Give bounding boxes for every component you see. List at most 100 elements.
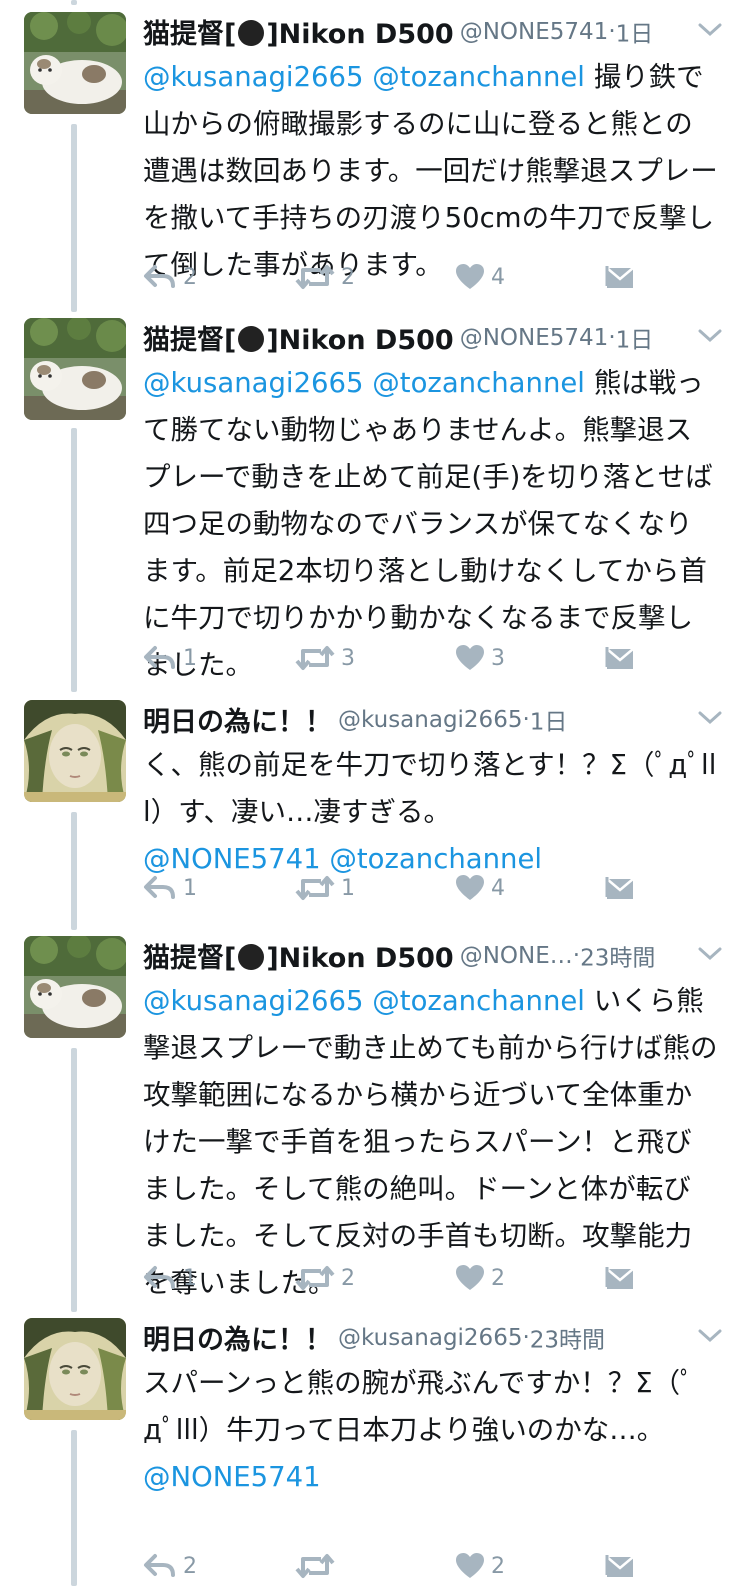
retweet-button[interactable]: 1 — [295, 868, 355, 908]
chevron-down-icon[interactable] — [698, 1328, 722, 1346]
direct-message-button[interactable] — [605, 1546, 635, 1586]
like-button[interactable]: 4 — [455, 257, 505, 297]
illustrated-face-avatar-icon — [24, 700, 126, 802]
timestamp[interactable]: 1日 — [616, 328, 654, 354]
like-count: 4 — [491, 264, 505, 290]
thread-line — [71, 812, 77, 930]
retweet-count: 1 — [341, 875, 355, 901]
heart-icon — [455, 1552, 485, 1580]
mention-links[interactable]: @kusanagi2665 @tozanchannel — [143, 61, 585, 93]
separator-dot: · — [608, 18, 616, 45]
tweet-text: スパーンっと熊の腕が飛ぶんですか！？Σ（ﾟдﾟlll）牛刀って日本刀より強いのか… — [143, 1360, 718, 1501]
reply-count: 1 — [183, 645, 197, 671]
chevron-down-icon[interactable] — [698, 328, 722, 346]
separator-dot: · — [522, 706, 530, 733]
retweet-button[interactable]: 3 — [295, 638, 355, 678]
retweet-count: 2 — [341, 264, 355, 290]
display-name[interactable]: 猫提督[]Nikon D500 — [143, 943, 454, 974]
cat-avatar-icon — [24, 12, 126, 114]
retweet-button[interactable]: 2 — [295, 1258, 355, 1298]
reply-count: 2 — [183, 1553, 197, 1579]
reply-icon — [143, 875, 177, 901]
reply-button[interactable]: 2 — [143, 257, 197, 297]
like-count: 2 — [491, 1553, 505, 1579]
username-handle[interactable]: @NONE5741 — [460, 325, 609, 351]
direct-message-button[interactable] — [605, 257, 635, 297]
reply-button[interactable]: 1 — [143, 868, 197, 908]
reply-icon — [143, 264, 177, 290]
retweet-icon — [295, 1553, 335, 1579]
mention-links[interactable]: @kusanagi2665 @tozanchannel — [143, 985, 585, 1017]
thread-line — [71, 0, 77, 5]
black-circle-icon — [238, 944, 265, 970]
black-circle-icon — [238, 326, 265, 352]
tweet-body: 熊は戦って勝てない動物じゃありませんよ。熊撃退スプレーで動きを止めて前足(手)を… — [143, 367, 713, 681]
like-button[interactable]: 2 — [455, 1546, 505, 1586]
username-handle[interactable]: @NONE… — [460, 943, 573, 969]
separator-dot: · — [608, 324, 616, 351]
action-bar: 1 2 2 — [143, 1258, 643, 1298]
display-name[interactable]: 猫提督[]Nikon D500 — [143, 325, 454, 356]
tweet-header: 明日の為に！！ @kusanagi2665·1日 — [143, 700, 720, 748]
tweet-text: く、熊の前足を牛刀で切り落とす！？Σ（ﾟдﾟlll）す、凄い…凄すぎる。 @NON… — [143, 742, 718, 883]
tweet-text: @kusanagi2665 @tozanchannel 撮り鉄で山からの俯瞰撮影… — [143, 54, 718, 289]
chevron-down-icon[interactable] — [698, 22, 722, 40]
action-bar: 1 3 3 — [143, 638, 643, 678]
like-button[interactable]: 4 — [455, 868, 505, 908]
retweet-icon — [295, 875, 335, 901]
thread-line — [71, 124, 77, 312]
reply-icon — [143, 1553, 177, 1579]
tweet-header: 猫提督[]Nikon D500 @NONE5741·1日 — [143, 12, 720, 60]
timestamp[interactable]: 23時間 — [580, 946, 655, 972]
envelope-icon — [605, 264, 635, 290]
heart-icon — [455, 1264, 485, 1292]
display-name[interactable]: 猫提督[]Nikon D500 — [143, 19, 454, 50]
thread-line — [71, 1048, 77, 1312]
black-circle-icon — [238, 20, 265, 46]
chevron-down-icon[interactable] — [698, 946, 722, 964]
reply-button[interactable]: 1 — [143, 638, 197, 678]
avatar[interactable] — [24, 1318, 126, 1420]
username-handle[interactable]: @NONE5741 — [460, 19, 609, 45]
timestamp[interactable]: 23時間 — [530, 1328, 605, 1354]
envelope-icon — [605, 1553, 635, 1579]
mention-links[interactable]: @NONE5741 — [143, 1461, 321, 1493]
reply-button[interactable]: 1 — [143, 1258, 197, 1298]
retweet-icon — [295, 645, 335, 671]
tweet-body: く、熊の前足を牛刀で切り落とす！？Σ（ﾟдﾟlll）す、凄い…凄すぎる。 — [143, 749, 717, 828]
envelope-icon — [605, 645, 635, 671]
tweet-body: スパーンっと熊の腕が飛ぶんですか！？Σ（ﾟдﾟlll）牛刀って日本刀より強いのか… — [143, 1367, 694, 1446]
heart-icon — [455, 644, 485, 672]
username-handle[interactable]: @kusanagi2665 — [338, 707, 522, 733]
separator-dot: · — [522, 1324, 530, 1351]
display-name[interactable]: 明日の為に！！ — [143, 707, 332, 738]
username-handle[interactable]: @kusanagi2665 — [338, 1325, 522, 1351]
reply-count: 1 — [183, 1265, 197, 1291]
retweet-button[interactable] — [295, 1546, 341, 1586]
chevron-down-icon[interactable] — [698, 710, 722, 728]
display-name[interactable]: 明日の為に！！ — [143, 1325, 332, 1356]
direct-message-button[interactable] — [605, 638, 635, 678]
reply-button[interactable]: 2 — [143, 1546, 197, 1586]
avatar[interactable] — [24, 700, 126, 802]
tweet-header: 猫提督[]Nikon D500 @NONE…·23時間 — [143, 936, 720, 984]
separator-dot: · — [572, 942, 581, 969]
direct-message-button[interactable] — [605, 868, 635, 908]
reply-icon — [143, 1265, 177, 1291]
like-button[interactable]: 2 — [455, 1258, 505, 1298]
like-count: 3 — [491, 645, 505, 671]
avatar[interactable] — [24, 936, 126, 1038]
like-count: 2 — [491, 1265, 505, 1291]
avatar[interactable] — [24, 12, 126, 114]
avatar[interactable] — [24, 318, 126, 420]
direct-message-button[interactable] — [605, 1258, 635, 1298]
like-button[interactable]: 3 — [455, 638, 505, 678]
retweet-button[interactable]: 2 — [295, 257, 355, 297]
like-count: 4 — [491, 875, 505, 901]
tweet-header: 猫提督[]Nikon D500 @NONE5741·1日 — [143, 318, 720, 366]
timestamp[interactable]: 1日 — [616, 22, 654, 48]
tweet-body: 撮り鉄で山からの俯瞰撮影するのに山に登ると熊との遭遇は数回あります。一回だけ熊撃… — [143, 61, 718, 281]
heart-icon — [455, 874, 485, 902]
mention-links[interactable]: @kusanagi2665 @tozanchannel — [143, 367, 585, 399]
timestamp[interactable]: 1日 — [530, 710, 568, 736]
